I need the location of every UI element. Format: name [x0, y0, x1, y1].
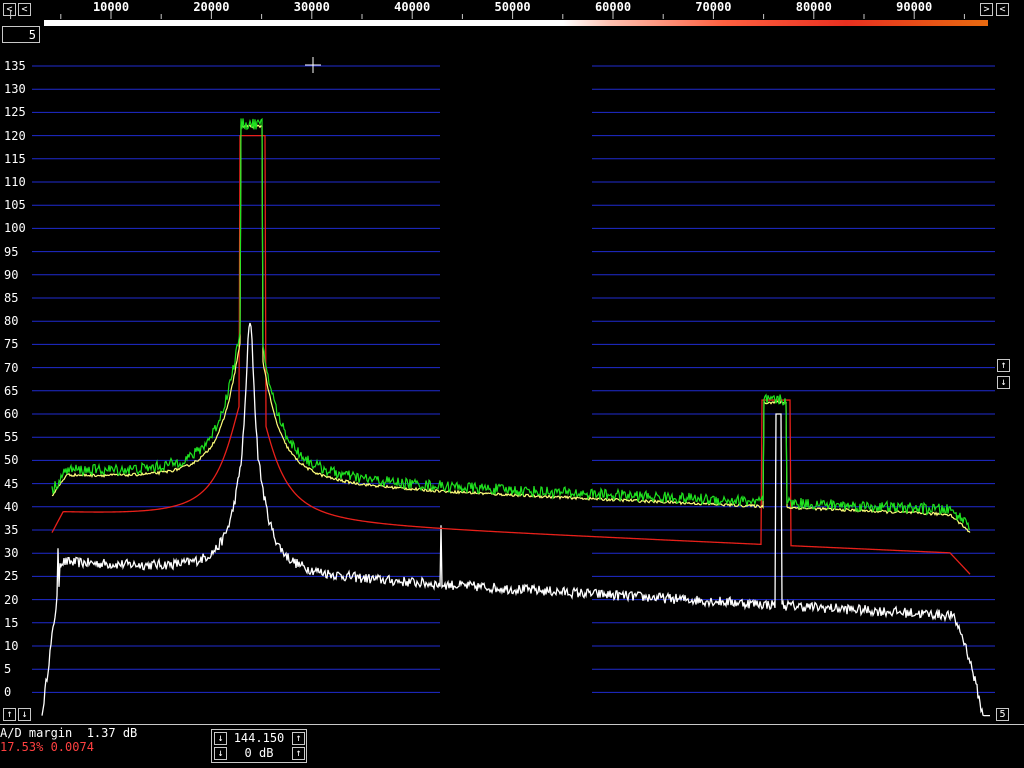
level-tick-label: 45: [4, 476, 19, 491]
spectrum-trace-green: [51, 117, 971, 530]
level-tick-label: 120: [4, 128, 26, 143]
ad-margin-text: A/D margin 1.37 dB: [0, 726, 138, 740]
level-tick-label: 125: [4, 105, 26, 120]
level-tick-label: 85: [4, 291, 19, 305]
gain-down-button[interactable]: ↓: [214, 747, 227, 760]
spectrum-plot[interactable]: [0, 0, 1024, 768]
level-tick-label: 90: [4, 267, 19, 282]
level-tick-label: 70: [4, 360, 19, 375]
level-up-button[interactable]: ↑: [997, 359, 1010, 372]
level-tick-label: 40: [4, 499, 19, 514]
level-tick-label: 130: [4, 82, 26, 97]
level-tick-label: 105: [4, 198, 26, 213]
gain-up-button[interactable]: ↑: [292, 747, 305, 760]
level-tick-label: 35: [4, 523, 19, 537]
bottom-up-button[interactable]: ↑: [3, 708, 16, 721]
spectrum-trace-white: [41, 322, 990, 717]
level-tick-label: 10: [4, 639, 19, 653]
level-tick-label: 20: [4, 592, 19, 607]
overload-percent-text: 17.53% 0.0074: [0, 740, 94, 754]
level-tick-label: 65: [4, 383, 19, 398]
bottom-right-box[interactable]: 5: [996, 708, 1009, 721]
level-tick-label: 0: [4, 685, 12, 700]
freq-up-button[interactable]: ↑: [292, 732, 305, 745]
level-tick-label: 135: [4, 59, 26, 73]
level-tick-label: 15: [4, 615, 19, 630]
level-tick-label: 55: [4, 430, 19, 445]
level-tick-label: 5: [4, 662, 12, 677]
level-tick-label: 25: [4, 569, 19, 584]
center-frequency[interactable]: 144.150: [228, 731, 290, 745]
level-tick-label: 95: [4, 244, 19, 259]
level-tick-label: 50: [4, 453, 19, 468]
level-tick-label: 100: [4, 221, 26, 236]
level-tick-label: 75: [4, 337, 19, 352]
level-tick-label: 30: [4, 546, 19, 561]
level-tick-label: 80: [4, 314, 19, 329]
spectrum-trace-yellow: [51, 124, 971, 533]
crosshair-cursor: [305, 57, 321, 73]
level-tick-label: 110: [4, 175, 26, 189]
level-down-button[interactable]: ↓: [997, 376, 1010, 389]
level-tick-label: 60: [4, 407, 19, 421]
gain-value[interactable]: 0 dB: [228, 746, 290, 760]
level-tick-label: 115: [4, 151, 26, 166]
bottom-down-button[interactable]: ↓: [18, 708, 31, 721]
plot-bottom-border: [0, 724, 1024, 725]
center-control-panel: ↓ ↑ ↓ ↑ 144.150 0 dB: [211, 729, 307, 763]
freq-down-button[interactable]: ↓: [214, 732, 227, 745]
